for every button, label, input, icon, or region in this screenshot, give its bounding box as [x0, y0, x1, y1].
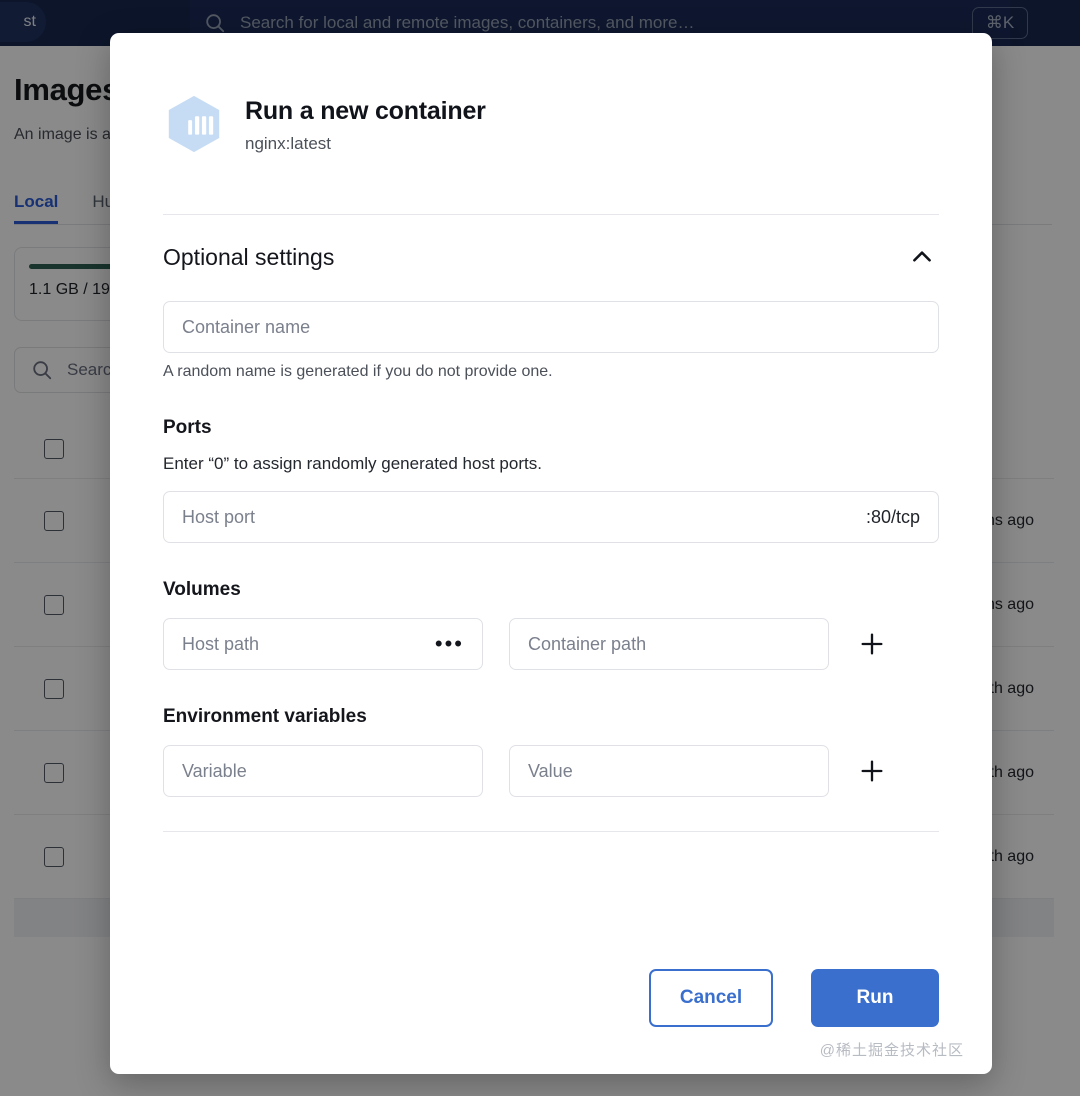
env-value-placeholder: Value: [528, 761, 573, 782]
dialog-header: Run a new container nginx:latest: [163, 33, 939, 155]
run-new-container-dialog: Run a new container nginx:latest Optiona…: [110, 33, 992, 1074]
footer-divider: [163, 831, 939, 832]
host-port-placeholder: Host port: [182, 507, 255, 528]
ports-note: Enter “0” to assign randomly generated h…: [163, 454, 939, 474]
plus-icon: [858, 630, 886, 658]
ellipsis-icon[interactable]: •••: [435, 633, 464, 655]
dialog-title: Run a new container: [245, 97, 486, 126]
host-port-input[interactable]: Host port :80/tcp: [163, 491, 939, 543]
container-path-input[interactable]: Container path: [509, 618, 829, 670]
plus-icon: [858, 757, 886, 785]
volumes-row: Host path ••• Container path: [163, 618, 939, 670]
container-port-suffix: :80/tcp: [866, 507, 920, 528]
container-name-group: Container name A random name is generate…: [163, 274, 939, 381]
container-path-placeholder: Container path: [528, 634, 646, 655]
optional-settings-title: Optional settings: [163, 244, 334, 271]
container-name-input[interactable]: Container name: [163, 301, 939, 353]
cancel-button-label: Cancel: [680, 987, 742, 1009]
container-hexagon-icon: [163, 93, 225, 155]
container-name-placeholder: Container name: [182, 317, 310, 338]
host-path-input[interactable]: Host path •••: [163, 618, 483, 670]
cancel-button[interactable]: Cancel: [649, 969, 773, 1027]
host-path-placeholder: Host path: [182, 634, 259, 655]
run-button[interactable]: Run: [811, 969, 939, 1027]
volumes-title: Volumes: [163, 579, 939, 601]
add-environment-variable-button[interactable]: [855, 754, 889, 788]
env-variable-input[interactable]: Variable: [163, 745, 483, 797]
env-value-input[interactable]: Value: [509, 745, 829, 797]
optional-settings-header[interactable]: Optional settings: [163, 215, 939, 274]
watermark: @稀土掘金技术社区: [820, 1039, 964, 1060]
environment-variables-row: Variable Value: [163, 745, 939, 797]
ports-row: Host port :80/tcp: [163, 491, 939, 543]
env-variable-placeholder: Variable: [182, 761, 247, 782]
chevron-up-icon: [909, 244, 935, 270]
run-button-label: Run: [857, 987, 894, 1009]
add-volume-button[interactable]: [855, 627, 889, 661]
environment-variables-title: Environment variables: [163, 706, 939, 728]
optional-settings-collapse-button[interactable]: [905, 240, 939, 274]
dialog-subtitle: nginx:latest: [245, 134, 486, 154]
ports-title: Ports: [163, 417, 939, 439]
container-name-helper: A random name is generated if you do not…: [163, 363, 939, 381]
